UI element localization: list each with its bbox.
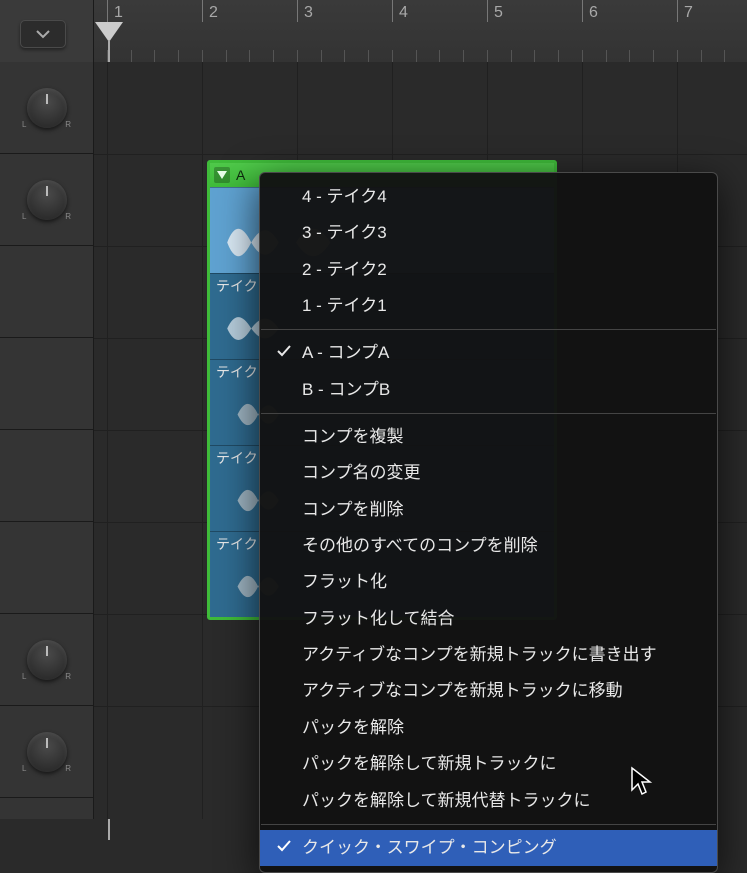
menu-item-label: パックを解除して新規トラックに [302, 754, 557, 773]
pan-label-l: L [22, 212, 26, 221]
take-lane-label: テイク [216, 362, 258, 382]
triangle-down-icon [217, 171, 227, 179]
ruler-label: 7 [684, 4, 693, 22]
menu-item-duplicate-comp[interactable]: コンプを複製 [260, 419, 717, 455]
menu-item-take-4[interactable]: 4 - テイク4 [260, 179, 717, 215]
menu-item-label: B - コンプB [302, 380, 390, 399]
menu-item-quick-swipe-comping[interactable]: クイック・スワイプ・コンピング [260, 830, 717, 866]
take-folder-disclosure[interactable] [214, 167, 230, 183]
menu-item-label: 1 - テイク1 [302, 296, 387, 315]
track-header[interactable] [0, 246, 93, 338]
menu-item-label: パックを解除して新規代替トラックに [302, 791, 591, 810]
take-lane-label: テイク [216, 534, 258, 554]
menu-item-unpack[interactable]: パックを解除 [260, 710, 717, 746]
ruler-corner [0, 0, 94, 62]
pan-label-l: L [22, 672, 26, 681]
track-header[interactable]: LR [0, 706, 93, 798]
track-header[interactable] [0, 430, 93, 522]
menu-item-label: コンプを削除 [302, 500, 404, 519]
menu-item-label: フラット化して結合 [302, 609, 455, 628]
menu-item-export-active-comp[interactable]: アクティブなコンプを新規トラックに書き出す [260, 637, 717, 673]
menu-item-take-1[interactable]: 1 - テイク1 [260, 288, 717, 324]
menu-separator [261, 413, 716, 414]
chevron-down-icon [36, 29, 50, 39]
menu-item-comp-a[interactable]: A - コンプA [260, 335, 717, 371]
track-headers-column: LR LR LR LR [0, 62, 94, 819]
menu-item-flatten-merge[interactable]: フラット化して結合 [260, 601, 717, 637]
track-header[interactable] [0, 338, 93, 430]
check-icon [276, 836, 292, 852]
menu-item-rename-comp[interactable]: コンプ名の変更 [260, 455, 717, 491]
menu-item-unpack-new-tracks[interactable]: パックを解除して新規トラックに [260, 746, 717, 782]
menu-item-delete-other-comps[interactable]: その他のすべてのコンプを削除 [260, 528, 717, 564]
menu-item-flatten[interactable]: フラット化 [260, 564, 717, 600]
playhead-cap-icon [95, 22, 123, 42]
take-folder-label: A [236, 167, 245, 183]
menu-item-label: フラット化 [302, 572, 387, 591]
menu-item-label: コンプ名の変更 [302, 463, 421, 482]
pan-label-r: R [65, 212, 71, 221]
menu-item-label: 3 - テイク3 [302, 223, 387, 242]
check-icon [276, 341, 292, 357]
menu-item-label: 4 - テイク4 [302, 187, 387, 206]
menu-item-label: 2 - テイク2 [302, 260, 387, 279]
menu-separator [261, 824, 716, 825]
menu-item-label: アクティブなコンプを新規トラックに移動 [302, 681, 623, 700]
take-lane-label: テイク [216, 276, 258, 296]
ruler-label: 2 [209, 4, 218, 22]
menu-item-label: クイック・スワイプ・コンピング [302, 838, 557, 857]
ruler-label: 5 [494, 4, 503, 22]
menu-item-comp-b[interactable]: B - コンプB [260, 372, 717, 408]
track-header[interactable]: LR [0, 154, 93, 246]
menu-item-label: A - コンプA [302, 343, 389, 362]
menu-item-label: パックを解除 [302, 718, 404, 737]
track-header[interactable]: LR [0, 62, 93, 154]
pan-label-r: R [65, 672, 71, 681]
ruler-strip[interactable]: 1 2 3 4 5 6 7 [94, 0, 747, 62]
track-header[interactable]: LR [0, 614, 93, 706]
track-header[interactable] [0, 522, 93, 614]
menu-separator [261, 329, 716, 330]
take-folder-context-menu: 4 - テイク4 3 - テイク3 2 - テイク2 1 - テイク1 A - … [259, 172, 718, 873]
ruler-menu-button[interactable] [20, 20, 66, 48]
menu-item-label: アクティブなコンプを新規トラックに書き出す [302, 645, 657, 664]
ruler-label: 4 [399, 4, 408, 22]
pan-label-r: R [65, 764, 71, 773]
menu-item-move-active-comp[interactable]: アクティブなコンプを新規トラックに移動 [260, 673, 717, 709]
menu-item-take-3[interactable]: 3 - テイク3 [260, 215, 717, 251]
ruler-label: 3 [304, 4, 313, 22]
menu-item-take-2[interactable]: 2 - テイク2 [260, 252, 717, 288]
take-lane-label: テイク [216, 448, 258, 468]
menu-item-label: コンプを複製 [302, 427, 404, 446]
ruler-label: 1 [114, 4, 123, 22]
pan-label-r: R [65, 120, 71, 129]
menu-item-delete-comp[interactable]: コンプを削除 [260, 492, 717, 528]
ruler-label: 6 [589, 4, 598, 22]
menu-item-label: その他のすべてのコンプを削除 [302, 536, 538, 555]
pan-label-l: L [22, 764, 26, 773]
timeline-ruler[interactable]: 1 2 3 4 5 6 7 [0, 0, 747, 62]
menu-item-unpack-new-alt-tracks[interactable]: パックを解除して新規代替トラックに [260, 783, 717, 819]
pan-label-l: L [22, 120, 26, 129]
